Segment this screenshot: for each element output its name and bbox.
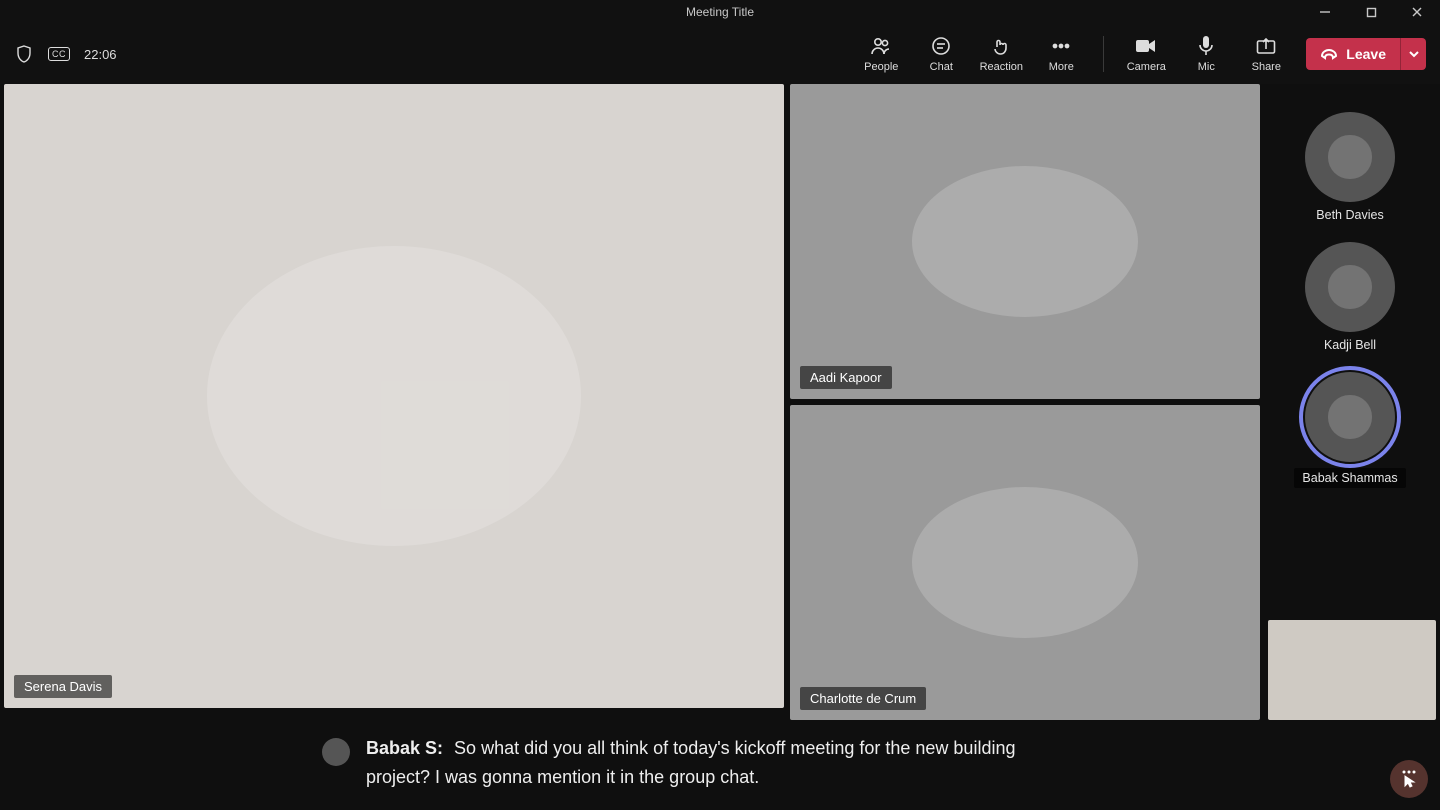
reaction-icon <box>991 35 1011 57</box>
chat-icon <box>931 35 951 57</box>
avatar <box>1305 242 1395 332</box>
participant-tile-top[interactable]: Aadi Kapoor <box>790 84 1260 399</box>
rail-name: Babak Shammas <box>1294 468 1405 488</box>
hangup-icon <box>1320 47 1338 61</box>
video-stage: Serena Davis Aadi Kapoor Charlotte de Cr… <box>0 84 1440 720</box>
maximize-button[interactable] <box>1348 0 1394 24</box>
more-button[interactable]: More <box>1033 31 1089 77</box>
toolbar-divider <box>1103 36 1104 72</box>
minimize-icon <box>1319 6 1331 18</box>
camera-button[interactable]: Camera <box>1118 31 1174 77</box>
rail-participant[interactable]: Babak Shammas <box>1294 372 1405 488</box>
tutorial-cursor-indicator <box>1390 760 1428 798</box>
video-placeholder <box>912 166 1138 317</box>
leave-button[interactable]: Leave <box>1306 38 1400 70</box>
rail-participant[interactable]: Kadji Bell <box>1305 242 1395 352</box>
video-placeholder <box>207 246 581 546</box>
chat-button[interactable]: Chat <box>913 31 969 77</box>
video-placeholder <box>912 487 1138 638</box>
reaction-label: Reaction <box>980 61 1023 73</box>
caption-text-block: Babak S: So what did you all think of to… <box>366 734 1066 792</box>
caption-speaker: Babak S: <box>366 738 443 758</box>
title-bar: Meeting Title <box>0 0 1440 24</box>
elapsed-time: 22:06 <box>84 47 117 62</box>
people-button[interactable]: People <box>853 31 909 77</box>
leave-label: Leave <box>1346 46 1386 62</box>
rail-name: Beth Davies <box>1316 208 1383 222</box>
caption-avatar <box>322 738 350 766</box>
people-label: People <box>864 61 898 73</box>
caption-text: So what did you all think of today's kic… <box>366 738 1015 787</box>
participant-name: Aadi Kapoor <box>800 366 892 389</box>
participant-column: Aadi Kapoor Charlotte de Crum <box>790 84 1260 720</box>
leave-group: Leave <box>1306 38 1426 70</box>
toolbar-left: CC 22:06 <box>14 44 117 64</box>
mic-button[interactable]: Mic <box>1178 31 1234 77</box>
close-icon <box>1411 6 1423 18</box>
rail-participant[interactable]: Beth Davies <box>1305 112 1395 222</box>
shield-icon <box>14 44 34 64</box>
camera-icon <box>1135 35 1157 57</box>
rail-name: Kadji Bell <box>1324 338 1376 352</box>
chevron-down-icon <box>1408 48 1420 60</box>
more-icon <box>1051 35 1071 57</box>
share-button[interactable]: Share <box>1238 31 1294 77</box>
share-label: Share <box>1252 61 1281 73</box>
self-view[interactable] <box>1268 620 1436 720</box>
mic-icon <box>1198 35 1214 57</box>
share-icon <box>1256 35 1276 57</box>
camera-label: Camera <box>1127 61 1166 73</box>
participant-tile-main[interactable]: Serena Davis <box>4 84 784 708</box>
meeting-toolbar: CC 22:06 People Chat Reaction More <box>0 24 1440 84</box>
close-button[interactable] <box>1394 0 1440 24</box>
captions-bar: Babak S: So what did you all think of to… <box>0 720 1440 810</box>
reaction-button[interactable]: Reaction <box>973 31 1029 77</box>
people-icon <box>870 35 892 57</box>
window-controls <box>1302 0 1440 24</box>
window-title: Meeting Title <box>686 5 754 19</box>
chat-label: Chat <box>930 61 953 73</box>
avatar <box>1305 112 1395 202</box>
mic-label: Mic <box>1198 61 1215 73</box>
leave-options-button[interactable] <box>1400 38 1426 70</box>
toolbar-actions: People Chat Reaction More Camera <box>853 31 1426 77</box>
more-label: More <box>1049 61 1074 73</box>
participant-tile-bottom[interactable]: Charlotte de Crum <box>790 405 1260 720</box>
participant-name: Charlotte de Crum <box>800 687 926 710</box>
minimize-button[interactable] <box>1302 0 1348 24</box>
cursor-icon <box>1400 770 1418 788</box>
participant-name: Serena Davis <box>14 675 112 698</box>
maximize-icon <box>1366 7 1377 18</box>
avatar <box>1305 372 1395 462</box>
captions-toggle[interactable]: CC <box>48 47 70 61</box>
